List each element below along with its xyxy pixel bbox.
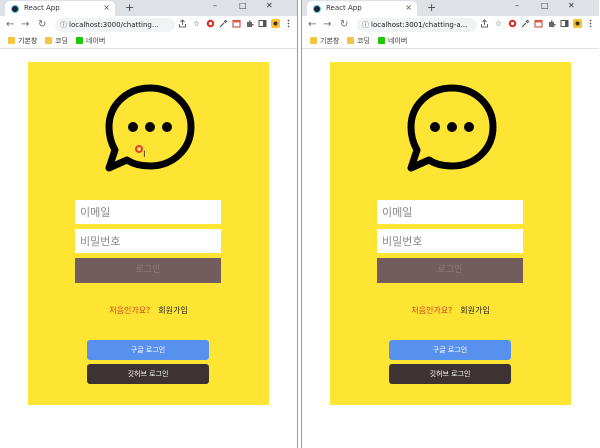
text-cursor-icon: I — [143, 150, 146, 160]
url-text: localhost:3000/chatting... — [69, 21, 159, 29]
page-viewport: 로그인 처음인가요? 회원가입 구글 로그인 깃허브 로그인 — [0, 50, 297, 448]
password-input[interactable] — [75, 229, 221, 253]
click-indicator — [135, 145, 143, 153]
address-bar[interactable]: ⓘ localhost:3001/chatting-a... — [357, 18, 477, 32]
react-icon — [313, 5, 321, 13]
google-login-button[interactable]: 구글 로그인 — [389, 340, 511, 360]
email-input[interactable] — [377, 200, 523, 224]
bookmark-label: 기본창 — [320, 37, 340, 45]
new-tab-button[interactable]: + — [427, 1, 436, 14]
share-icon[interactable] — [178, 19, 187, 28]
extension-calendar-icon[interactable] — [232, 19, 241, 28]
signup-question: 처음인가요? — [411, 306, 453, 315]
back-icon[interactable]: ← — [6, 19, 14, 31]
bookmark-label: 네이버 — [388, 37, 408, 45]
profile-avatar-icon[interactable] — [271, 19, 280, 28]
eyedropper-icon[interactable] — [521, 19, 530, 28]
back-icon[interactable]: ← — [308, 19, 316, 31]
share-icon[interactable] — [480, 19, 489, 28]
signup-row: 처음인가요? 회원가입 — [330, 305, 571, 317]
toolbar: ← → ↻ ⓘ localhost:3000/chatting... ☆ — [0, 16, 297, 35]
chat-bubble-icon — [105, 84, 195, 172]
extension-red-icon[interactable] — [508, 19, 517, 28]
tab-react-app[interactable]: React App × — [307, 1, 417, 16]
desktop: React App × + – □ ✕ ← → ↻ ⓘ localhost:30… — [0, 0, 600, 448]
chat-bubble-icon — [407, 84, 497, 172]
tab-close-icon[interactable]: × — [103, 3, 110, 13]
reload-icon[interactable]: ↻ — [38, 19, 46, 31]
browser-window-left: React App × + – □ ✕ ← → ↻ ⓘ localhost:30… — [0, 0, 298, 448]
extension-red-icon[interactable] — [206, 19, 215, 28]
email-input[interactable] — [75, 200, 221, 224]
bookmarks-bar: 기본창 코딩 네이버 — [0, 35, 297, 49]
new-tab-button[interactable]: + — [125, 1, 134, 14]
tab-strip: React App × + – □ ✕ — [0, 0, 297, 16]
reload-icon[interactable]: ↻ — [340, 19, 348, 31]
bookmark-label: 네이버 — [86, 37, 106, 45]
bookmark-star-icon[interactable]: ☆ — [494, 19, 503, 28]
page-viewport: 로그인 처음인가요? 회원가입 구글 로그인 깃허브 로그인 — [302, 50, 599, 448]
login-button[interactable]: 로그인 — [75, 258, 221, 283]
site-info-icon[interactable]: ⓘ — [362, 20, 369, 30]
login-button[interactable]: 로그인 — [377, 258, 523, 283]
bookmark-label: 코딩 — [55, 37, 68, 45]
signup-row: 처음인가요? 회원가입 — [28, 305, 269, 317]
maximize-button[interactable]: □ — [239, 1, 247, 11]
minimize-button[interactable]: – — [213, 1, 217, 11]
toolbar: ← → ↻ ⓘ localhost:3001/chatting-a... ☆ — [302, 16, 599, 35]
maximize-button[interactable]: □ — [541, 1, 549, 11]
forward-icon[interactable]: → — [323, 19, 331, 31]
signup-link[interactable]: 회원가입 — [460, 306, 489, 315]
folder-icon — [347, 37, 354, 44]
react-icon — [11, 5, 19, 13]
naver-icon — [378, 37, 385, 44]
bookmark-star-icon[interactable]: ☆ — [192, 19, 201, 28]
puzzle-extensions-icon[interactable] — [245, 19, 254, 28]
close-window-button[interactable]: ✕ — [568, 1, 575, 11]
menu-kebab-icon[interactable] — [586, 19, 595, 28]
login-card: 로그인 처음인가요? 회원가입 구글 로그인 깃허브 로그인 — [28, 62, 269, 405]
site-info-icon[interactable]: ⓘ — [60, 20, 67, 30]
github-login-button[interactable]: 깃허브 로그인 — [87, 364, 209, 384]
folder-icon — [45, 37, 52, 44]
signup-question: 처음인가요? — [109, 306, 151, 315]
menu-kebab-icon[interactable] — [284, 19, 293, 28]
signup-link[interactable]: 회원가입 — [158, 306, 187, 315]
github-login-button[interactable]: 깃허브 로그인 — [389, 364, 511, 384]
forward-icon[interactable]: → — [21, 19, 29, 31]
login-card: 로그인 처음인가요? 회원가입 구글 로그인 깃허브 로그인 — [330, 62, 571, 405]
tab-close-icon[interactable]: × — [405, 3, 412, 13]
google-login-button[interactable]: 구글 로그인 — [87, 340, 209, 360]
extension-calendar-icon[interactable] — [534, 19, 543, 28]
bookmark-label: 기본창 — [18, 37, 38, 45]
bookmark-label: 코딩 — [357, 37, 370, 45]
folder-icon — [8, 37, 15, 44]
tab-react-app[interactable]: React App × — [5, 1, 115, 16]
profile-avatar-icon[interactable] — [573, 19, 582, 28]
sidepanel-icon[interactable] — [560, 19, 569, 28]
close-window-button[interactable]: ✕ — [266, 1, 273, 11]
tab-title: React App — [326, 4, 362, 12]
url-text: localhost:3001/chatting-a... — [371, 21, 468, 29]
password-input[interactable] — [377, 229, 523, 253]
address-bar[interactable]: ⓘ localhost:3000/chatting... — [55, 18, 175, 32]
naver-icon — [76, 37, 83, 44]
folder-icon — [310, 37, 317, 44]
tab-strip: React App × + – □ ✕ — [302, 0, 599, 16]
puzzle-extensions-icon[interactable] — [547, 19, 556, 28]
browser-window-right: React App × + – □ ✕ ← → ↻ ⓘ localhost:30… — [301, 0, 599, 448]
bookmarks-bar: 기본창 코딩 네이버 — [302, 35, 599, 49]
tab-title: React App — [24, 4, 60, 12]
eyedropper-icon[interactable] — [219, 19, 228, 28]
sidepanel-icon[interactable] — [258, 19, 267, 28]
minimize-button[interactable]: – — [515, 1, 519, 11]
